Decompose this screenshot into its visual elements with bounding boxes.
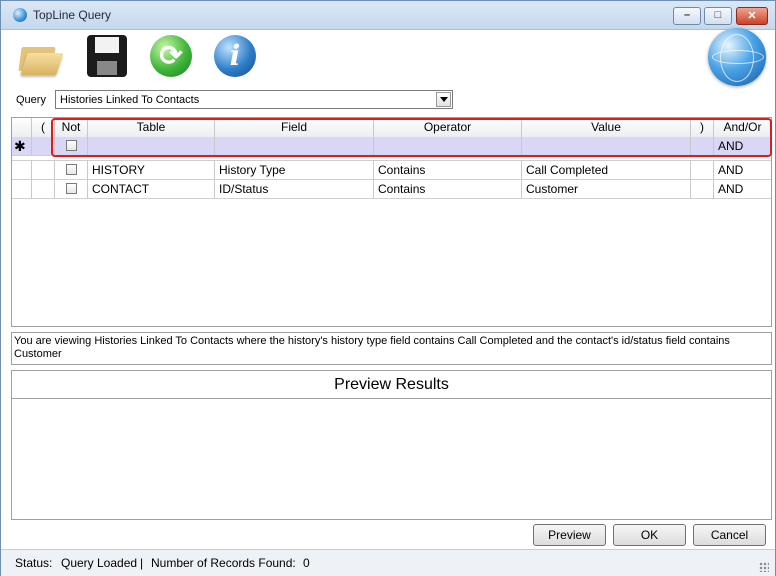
col-header-open-paren[interactable]: ( bbox=[32, 118, 55, 137]
resize-grip-icon[interactable] bbox=[759, 562, 769, 572]
col-header-close-paren[interactable]: ) bbox=[691, 118, 714, 137]
info-icon[interactable]: i bbox=[212, 33, 260, 79]
cell-open-paren[interactable] bbox=[32, 180, 55, 198]
cell-open-paren[interactable] bbox=[32, 137, 55, 155]
cell-field[interactable]: History Type bbox=[215, 161, 374, 179]
minimize-button[interactable]: – bbox=[673, 7, 701, 25]
status-value: Query Loaded bbox=[61, 556, 138, 570]
cell-table[interactable]: HISTORY bbox=[88, 161, 215, 179]
save-icon[interactable] bbox=[85, 33, 133, 79]
query-selected-value: Histories Linked To Contacts bbox=[60, 94, 200, 106]
cell-value[interactable] bbox=[522, 137, 691, 155]
title-bar[interactable]: TopLine Query – □ ✕ bbox=[1, 1, 775, 30]
col-header-not[interactable]: Not bbox=[55, 118, 88, 137]
cell-operator[interactable] bbox=[374, 137, 522, 155]
row-selector-header bbox=[12, 118, 32, 137]
status-bar: Status: Query Loaded | Number of Records… bbox=[1, 549, 775, 576]
row-selector[interactable] bbox=[12, 161, 32, 179]
cell-field[interactable] bbox=[215, 137, 374, 155]
query-label: Query bbox=[16, 94, 46, 106]
preview-results-panel: Preview Results bbox=[11, 370, 772, 520]
cell-and-or[interactable]: AND bbox=[714, 137, 771, 155]
col-header-field[interactable]: Field bbox=[215, 118, 374, 137]
topline-query-window: TopLine Query – □ ✕ ⟳ i Query Histories … bbox=[0, 0, 776, 576]
refresh-icon[interactable]: ⟳ bbox=[148, 33, 196, 79]
records-found-label: Number of Records Found: bbox=[151, 556, 296, 570]
globe-icon bbox=[708, 28, 766, 86]
col-header-operator[interactable]: Operator bbox=[374, 118, 522, 137]
cell-not[interactable] bbox=[55, 137, 88, 155]
cell-table[interactable] bbox=[88, 137, 215, 155]
cell-operator[interactable]: Contains bbox=[374, 180, 522, 198]
cell-and-or[interactable]: AND bbox=[714, 161, 771, 179]
close-button[interactable]: ✕ bbox=[736, 7, 768, 25]
window-title: TopLine Query bbox=[33, 8, 112, 22]
cell-open-paren[interactable] bbox=[32, 161, 55, 179]
row-selector[interactable]: ✱ bbox=[12, 137, 32, 155]
records-found-count: 0 bbox=[303, 556, 310, 570]
cell-operator[interactable]: Contains bbox=[374, 161, 522, 179]
preview-button[interactable]: Preview bbox=[533, 524, 606, 546]
col-header-and-or[interactable]: And/Or bbox=[714, 118, 771, 137]
cell-close-paren[interactable] bbox=[691, 180, 714, 198]
table-row[interactable]: CONTACT ID/Status Contains Customer AND bbox=[12, 180, 771, 199]
not-checkbox[interactable] bbox=[66, 164, 77, 175]
not-checkbox[interactable] bbox=[66, 183, 77, 194]
app-globe-icon bbox=[13, 8, 27, 22]
new-row-star-icon: ✱ bbox=[14, 138, 26, 154]
maximize-icon: □ bbox=[714, 9, 722, 21]
minimize-icon: – bbox=[683, 9, 691, 21]
folder-open-icon[interactable] bbox=[16, 33, 64, 79]
maximize-button[interactable]: □ bbox=[704, 7, 732, 25]
preview-results-title: Preview Results bbox=[12, 371, 771, 399]
close-icon: ✕ bbox=[747, 10, 757, 22]
cancel-button[interactable]: Cancel bbox=[693, 524, 766, 546]
status-separator: | bbox=[140, 556, 144, 570]
cell-and-or[interactable]: AND bbox=[714, 180, 771, 198]
cell-table[interactable]: CONTACT bbox=[88, 180, 215, 198]
col-header-value[interactable]: Value bbox=[522, 118, 691, 137]
cell-not[interactable] bbox=[55, 180, 88, 198]
dropdown-arrow-icon[interactable] bbox=[436, 92, 451, 107]
cell-close-paren[interactable] bbox=[691, 161, 714, 179]
not-checkbox[interactable] bbox=[66, 140, 77, 151]
grid-header: ( Not Table Field Operator Value ) And/O… bbox=[12, 118, 771, 138]
status-label: Status: bbox=[15, 556, 53, 570]
criteria-grid: ( Not Table Field Operator Value ) And/O… bbox=[11, 117, 772, 327]
cell-field[interactable]: ID/Status bbox=[215, 180, 374, 198]
cell-close-paren[interactable] bbox=[691, 137, 714, 155]
table-row[interactable]: HISTORY History Type Contains Call Compl… bbox=[12, 161, 771, 180]
ok-button[interactable]: OK bbox=[613, 524, 686, 546]
new-row[interactable]: ✱ AND bbox=[12, 137, 771, 156]
query-dropdown[interactable]: Histories Linked To Contacts bbox=[55, 90, 453, 109]
col-header-table[interactable]: Table bbox=[88, 118, 215, 137]
cell-value[interactable]: Call Completed bbox=[522, 161, 691, 179]
row-selector[interactable] bbox=[12, 180, 32, 198]
cell-value[interactable]: Customer bbox=[522, 180, 691, 198]
query-description: You are viewing Histories Linked To Cont… bbox=[11, 332, 772, 365]
cell-not[interactable] bbox=[55, 161, 88, 179]
